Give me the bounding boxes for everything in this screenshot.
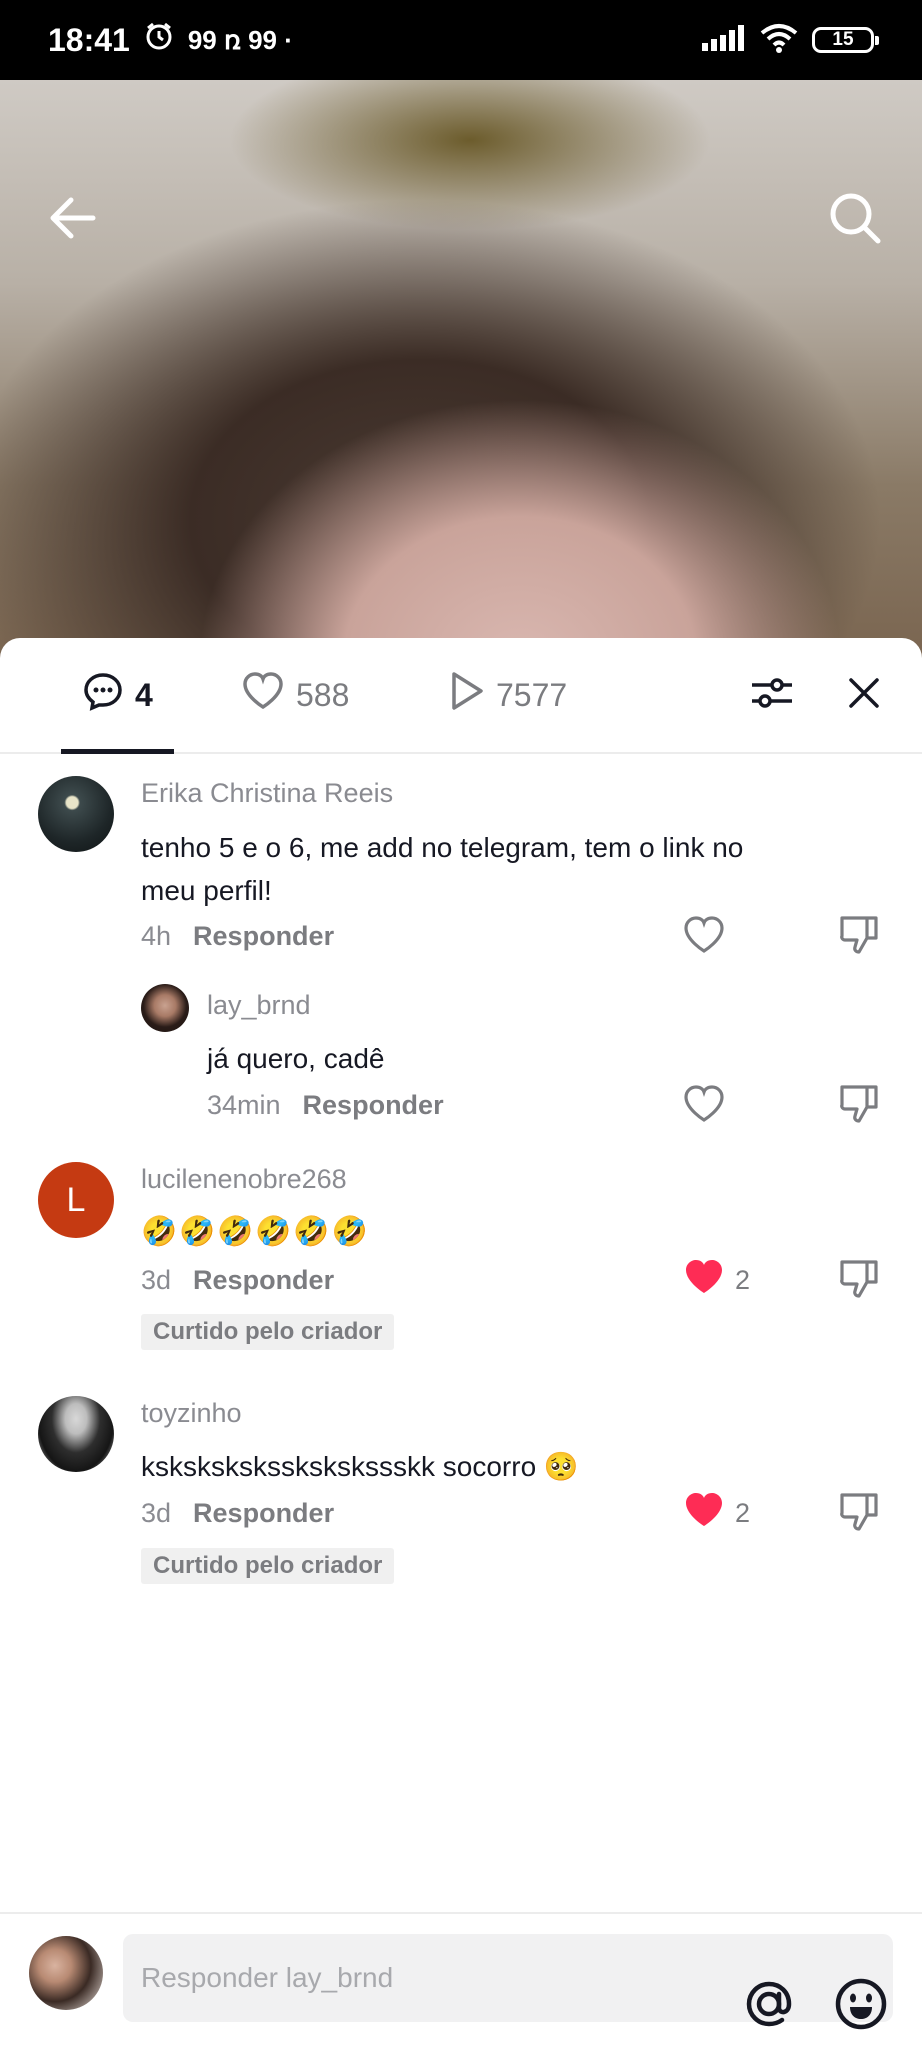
battery-icon: 15 bbox=[812, 27, 879, 53]
search-icon bbox=[828, 191, 882, 250]
signal-icon bbox=[702, 24, 746, 56]
like-button[interactable]: 2 bbox=[683, 1491, 750, 1536]
liked-by-creator-badge: Curtido pelo criador bbox=[141, 1314, 395, 1350]
heart-filled-icon bbox=[683, 1491, 725, 1536]
dislike-button[interactable] bbox=[839, 1083, 879, 1130]
back-arrow-icon bbox=[49, 196, 97, 245]
likes-count: 588 bbox=[296, 676, 350, 713]
filter-button[interactable] bbox=[744, 667, 800, 723]
comments-sheet: 4 588 7577 Erika Christina Reeis tenho 5… bbox=[0, 638, 922, 2048]
like-count: 2 bbox=[735, 1498, 751, 1528]
back-button[interactable] bbox=[38, 185, 108, 255]
play-icon bbox=[450, 671, 484, 719]
comment-time: 3d bbox=[141, 1498, 172, 1528]
reply-button[interactable]: Responder bbox=[193, 1498, 334, 1529]
wifi-icon bbox=[760, 23, 798, 58]
comment-username[interactable]: lucilenenobre268 bbox=[141, 1164, 347, 1195]
comment-time: 4h bbox=[141, 921, 172, 951]
like-count: 2 bbox=[735, 1265, 751, 1295]
comment-username[interactable]: toyzinho bbox=[141, 1398, 242, 1429]
tab-comments[interactable]: 4 bbox=[83, 671, 153, 719]
comment-text: ksksksksksskskskssskk socorro 🥺 bbox=[141, 1451, 579, 1482]
at-sign-icon bbox=[741, 1976, 797, 2039]
avatar-letter: L bbox=[66, 1180, 86, 1219]
search-button[interactable] bbox=[820, 185, 890, 255]
reply-input[interactable]: Responder lay_brnd bbox=[123, 1934, 893, 2030]
dislike-button[interactable] bbox=[839, 1258, 879, 1305]
heart-outline-icon bbox=[683, 916, 725, 961]
comment-icon bbox=[83, 671, 123, 719]
close-button[interactable] bbox=[836, 667, 892, 723]
reply-placeholder: Responder lay_brnd bbox=[141, 1962, 394, 1993]
avatar[interactable] bbox=[38, 776, 114, 852]
avatar[interactable] bbox=[141, 984, 189, 1032]
thumbs-down-icon bbox=[839, 1493, 879, 1537]
like-button[interactable] bbox=[683, 1085, 725, 1130]
comment-composer: Responder lay_brnd bbox=[0, 1912, 922, 2050]
clock: 18:41 bbox=[48, 21, 130, 58]
reply-button[interactable]: Responder bbox=[303, 1090, 444, 1121]
comment-text: 🤣🤣🤣🤣🤣🤣 bbox=[141, 1216, 370, 1248]
views-count: 7577 bbox=[496, 676, 568, 713]
comments-count: 4 bbox=[135, 676, 153, 713]
comment-time: 34min bbox=[207, 1090, 281, 1120]
dislike-button[interactable] bbox=[839, 914, 879, 961]
avatar[interactable] bbox=[29, 1936, 103, 2010]
like-button[interactable] bbox=[683, 916, 725, 961]
sheet-tabs: 4 588 7577 bbox=[0, 638, 922, 754]
comment-username[interactable]: Erika Christina Reeis bbox=[141, 778, 393, 809]
status-bar: 18:41 99 ռ 99 · 15 bbox=[0, 0, 922, 80]
heart-outline-icon bbox=[683, 1085, 725, 1130]
reply-button[interactable]: Responder bbox=[193, 921, 334, 952]
tab-likes[interactable]: 588 bbox=[242, 672, 349, 718]
comment-username[interactable]: lay_brnd bbox=[207, 990, 311, 1021]
heart-outline-icon bbox=[242, 672, 284, 718]
avatar[interactable]: L bbox=[38, 1162, 114, 1238]
thumbs-down-icon bbox=[839, 1260, 879, 1304]
emoji-icon bbox=[833, 1976, 889, 2039]
liked-by-creator-badge: Curtido pelo criador bbox=[141, 1548, 395, 1584]
comment-text: já quero, cadê bbox=[207, 1043, 385, 1074]
sliders-icon bbox=[750, 673, 794, 718]
comment-time: 3d bbox=[141, 1265, 172, 1295]
reply-button[interactable]: Responder bbox=[193, 1265, 334, 1296]
dislike-button[interactable] bbox=[839, 1491, 879, 1538]
heart-filled-icon bbox=[683, 1258, 725, 1303]
like-button[interactable]: 2 bbox=[683, 1258, 750, 1303]
alarm-icon bbox=[144, 21, 174, 59]
tab-views[interactable]: 7577 bbox=[450, 671, 567, 719]
video-preview[interactable] bbox=[0, 80, 922, 660]
thumbs-down-icon bbox=[839, 916, 879, 960]
avatar[interactable] bbox=[38, 1396, 114, 1472]
notification-indicators: 99 ռ 99 · bbox=[187, 24, 293, 55]
comment-text-line-2: meu perfil! bbox=[141, 875, 272, 906]
thumbs-down-icon bbox=[839, 1085, 879, 1129]
comment-text-line-1: tenho 5 e o 6, me add no telegram, tem o… bbox=[141, 832, 744, 863]
close-icon bbox=[847, 676, 881, 715]
active-tab-indicator bbox=[61, 749, 174, 754]
